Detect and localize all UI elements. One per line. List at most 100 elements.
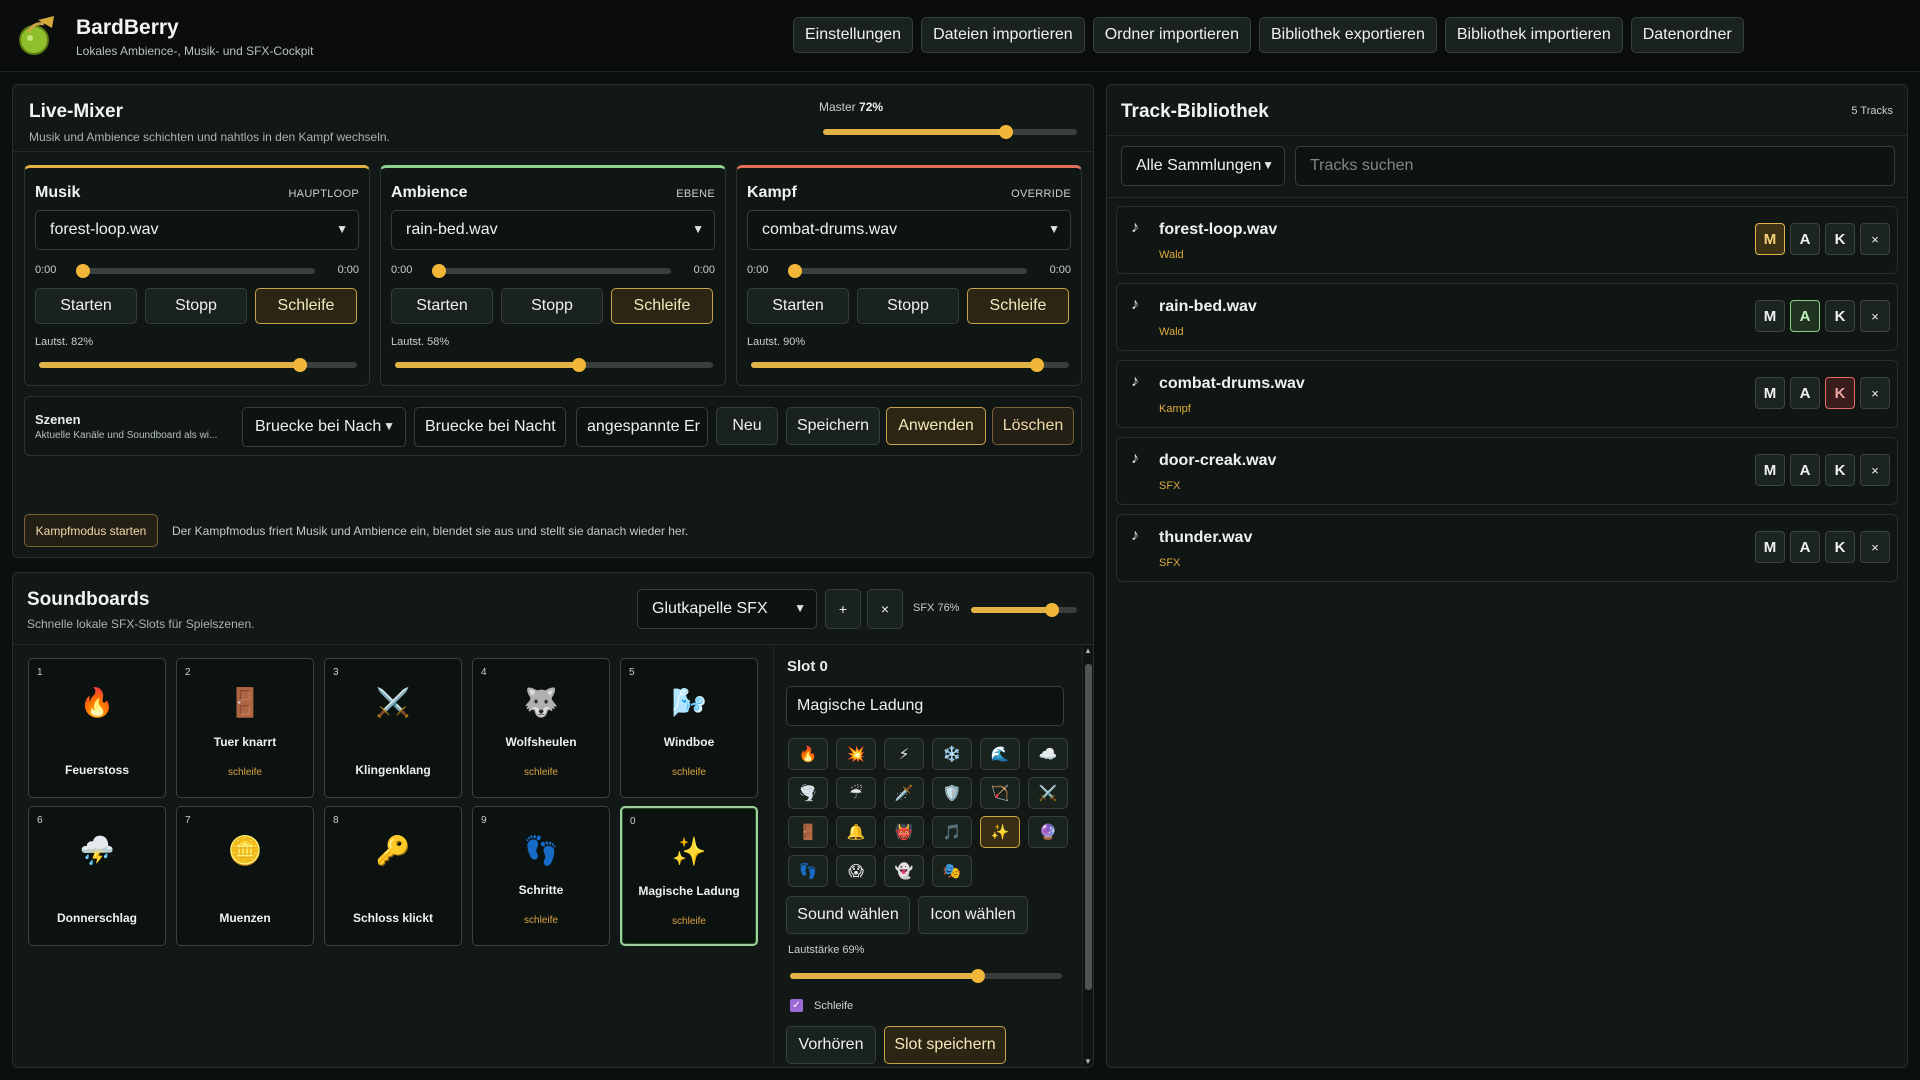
sfx-volume-knob[interactable] <box>1044 603 1059 617</box>
track-search-input[interactable]: Tracks suchen <box>1295 146 1895 186</box>
door-icon[interactable]: 🚪 <box>788 816 828 848</box>
assign-music-button[interactable]: M <box>1755 531 1785 563</box>
stop-button[interactable]: Stopp <box>501 288 603 324</box>
loop-button[interactable]: Schleife <box>611 288 713 324</box>
loop-checkbox[interactable]: ✓ <box>790 999 803 1012</box>
soundboard-slot[interactable]: 7 🪙 Muenzen <box>176 806 314 946</box>
slot-name-input[interactable]: Magische Ladung <box>786 686 1064 726</box>
add-soundboard-button[interactable]: + <box>825 589 861 629</box>
remove-track-button[interactable]: × <box>1860 454 1890 486</box>
remove-track-button[interactable]: × <box>1860 377 1890 409</box>
volume-slider-knob[interactable] <box>292 358 307 372</box>
snowflake-icon[interactable]: ❄️ <box>932 738 972 770</box>
crystal-ball-icon[interactable]: 🔮 <box>1028 816 1068 848</box>
track-row[interactable]: ♪ combat-drums.wav Kampf M A K × <box>1116 360 1898 428</box>
combat-mode-button[interactable]: Kampfmodus starten <box>24 514 158 547</box>
wave-icon[interactable]: 🌊 <box>980 738 1020 770</box>
lightning-icon[interactable]: ⚡ <box>884 738 924 770</box>
seek-slider[interactable] <box>432 264 671 278</box>
soundboard-slot[interactable]: 1 🔥 Feuerstoss <box>28 658 166 798</box>
soundboard-slot[interactable]: 8 🔑 Schloss klickt <box>324 806 462 946</box>
loop-button[interactable]: Schleife <box>255 288 357 324</box>
volume-slider-knob[interactable] <box>1030 358 1045 372</box>
masks-icon[interactable]: 🎭 <box>932 855 972 887</box>
start-button[interactable]: Starten <box>747 288 849 324</box>
preview-button[interactable]: Vorhören <box>786 1026 876 1064</box>
crossed-swords-icon[interactable]: ⚔️ <box>1028 777 1068 809</box>
seek-slider[interactable] <box>76 264 315 278</box>
track-row[interactable]: ♪ forest-loop.wav Wald M A K × <box>1116 206 1898 274</box>
scroll-up-icon[interactable]: ▲ <box>1084 646 1092 655</box>
explosion-icon[interactable]: 💥 <box>836 738 876 770</box>
track-row[interactable]: ♪ thunder.wav SFX M A K × <box>1116 514 1898 582</box>
ghost-icon[interactable]: 👻 <box>884 855 924 887</box>
seek-knob[interactable] <box>76 264 90 278</box>
scroll-down-icon[interactable]: ▼ <box>1084 1057 1092 1066</box>
sparkles-icon[interactable]: ✨ <box>980 816 1020 848</box>
slot-volume-knob[interactable] <box>970 969 985 983</box>
assign-music-button[interactable]: M <box>1755 454 1785 486</box>
music-icon[interactable]: 🎵 <box>932 816 972 848</box>
scene-select[interactable]: Bruecke bei Nach ▼ <box>242 407 406 447</box>
assign-ambience-button[interactable]: A <box>1790 531 1820 563</box>
footsteps-icon[interactable]: 👣 <box>788 855 828 887</box>
assign-combat-button[interactable]: K <box>1825 223 1855 255</box>
volume-slider[interactable] <box>395 358 713 372</box>
assign-combat-button[interactable]: K <box>1825 454 1855 486</box>
editor-scrollbar[interactable]: ▲ ▼ <box>1082 646 1092 1066</box>
soundboard-slot[interactable]: 2 🚪 Tuer knarrt schleife <box>176 658 314 798</box>
scene-save-button[interactable]: Speichern <box>786 407 880 445</box>
rain-icon[interactable]: ☔ <box>836 777 876 809</box>
import-folder-button[interactable]: Ordner importieren <box>1092 17 1251 53</box>
channel-file-select[interactable]: combat-drums.wav ▼ <box>747 210 1071 250</box>
seek-knob[interactable] <box>788 264 802 278</box>
cloud-icon[interactable]: ☁️ <box>1028 738 1068 770</box>
import-files-button[interactable]: Dateien importieren <box>921 17 1085 53</box>
soundboard-slot[interactable]: 5 🌬️ Windboe schleife <box>620 658 758 798</box>
dagger-icon[interactable]: 🗡️ <box>884 777 924 809</box>
scene-new-button[interactable]: Neu <box>716 407 778 445</box>
soundboard-slot[interactable]: 4 🐺 Wolfsheulen schleife <box>472 658 610 798</box>
master-slider-knob[interactable] <box>998 125 1013 139</box>
remove-track-button[interactable]: × <box>1860 531 1890 563</box>
scene-apply-button[interactable]: Anwenden <box>886 407 986 445</box>
scene-mood-input[interactable]: angespannte Er <box>576 407 708 447</box>
data-folder-button[interactable]: Datenordner <box>1630 17 1744 53</box>
soundboard-slot[interactable]: 9 👣 Schritte schleife <box>472 806 610 946</box>
loop-button[interactable]: Schleife <box>967 288 1069 324</box>
assign-music-button[interactable]: M <box>1755 223 1785 255</box>
track-row[interactable]: ♪ door-creak.wav SFX M A K × <box>1116 437 1898 505</box>
assign-combat-button[interactable]: K <box>1825 531 1855 563</box>
channel-file-select[interactable]: rain-bed.wav ▼ <box>391 210 715 250</box>
track-row[interactable]: ♪ rain-bed.wav Wald M A K × <box>1116 283 1898 351</box>
settings-button[interactable]: Einstellungen <box>793 17 914 53</box>
shield-icon[interactable]: 🛡️ <box>932 777 972 809</box>
seek-knob[interactable] <box>432 264 446 278</box>
soundboard-slot[interactable]: 0 ✨ Magische Ladung schleife <box>620 806 758 946</box>
bow-icon[interactable]: 🏹 <box>980 777 1020 809</box>
assign-combat-button[interactable]: K <box>1825 300 1855 332</box>
fire-icon[interactable]: 🔥 <box>788 738 828 770</box>
volume-slider-knob[interactable] <box>572 358 587 372</box>
tornado-icon[interactable]: 🌪️ <box>788 777 828 809</box>
remove-track-button[interactable]: × <box>1860 300 1890 332</box>
collection-select[interactable]: Alle Sammlungen ▼ <box>1121 146 1285 186</box>
volume-slider[interactable] <box>751 358 1069 372</box>
seek-slider[interactable] <box>788 264 1027 278</box>
start-button[interactable]: Starten <box>35 288 137 324</box>
assign-combat-button[interactable]: K <box>1825 377 1855 409</box>
scrollbar-thumb[interactable] <box>1085 664 1092 990</box>
import-library-button[interactable]: Bibliothek importieren <box>1444 17 1623 53</box>
export-library-button[interactable]: Bibliothek exportieren <box>1258 17 1437 53</box>
channel-file-select[interactable]: forest-loop.wav ▼ <box>35 210 359 250</box>
scene-name-input[interactable]: Bruecke bei Nacht <box>414 407 566 447</box>
start-button[interactable]: Starten <box>391 288 493 324</box>
scene-delete-button[interactable]: Löschen <box>992 407 1074 445</box>
volume-slider[interactable] <box>39 358 357 372</box>
remove-soundboard-button[interactable]: × <box>867 589 903 629</box>
choose-sound-button[interactable]: Sound wählen <box>786 896 910 934</box>
master-slider[interactable] <box>823 125 1077 139</box>
scream-icon[interactable]: 😱 <box>836 855 876 887</box>
choose-icon-button[interactable]: Icon wählen <box>918 896 1028 934</box>
assign-ambience-button[interactable]: A <box>1790 377 1820 409</box>
